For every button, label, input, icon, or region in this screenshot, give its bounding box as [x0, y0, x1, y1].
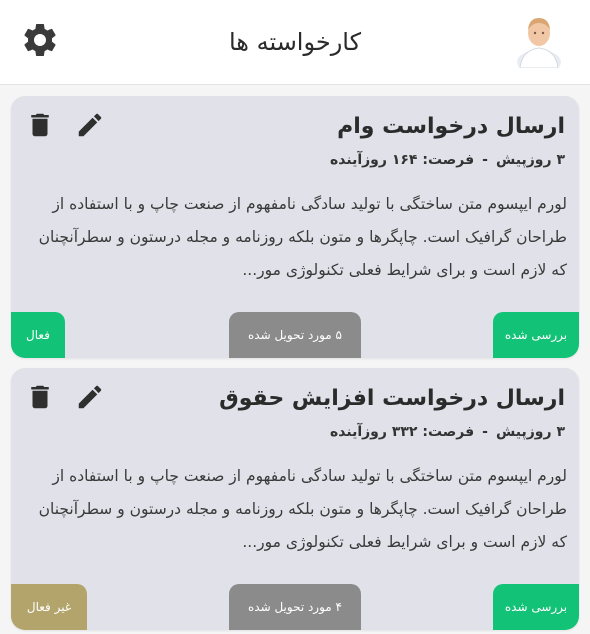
delivered-count-badge[interactable]: ۵ مورد تحویل شده	[229, 312, 361, 358]
pencil-icon[interactable]	[75, 110, 105, 140]
trash-icon[interactable]	[25, 110, 55, 140]
card-description: لورم ایپسوم متن ساختگی با تولید سادگی نا…	[38, 467, 567, 551]
card-actions	[25, 110, 105, 140]
review-status-badge: بررسی شده	[493, 312, 579, 358]
card-age: ۳ روزپیش	[495, 424, 565, 440]
state-badge: فعال	[11, 312, 65, 358]
card-footer: بررسی شده ۴ مورد تحویل شده غیر فعال	[11, 584, 579, 630]
card-meta: ۳ روزپیش - فرصت: ۱۶۴ روزآینده	[330, 152, 565, 168]
card-title: ارسال درخواست وام	[337, 114, 565, 139]
gear-icon[interactable]	[20, 20, 60, 60]
request-card[interactable]: ارسال درخواست افزایش حقوق ۳ روزپیش - فرص…	[11, 368, 579, 630]
card-deadline: فرصت: ۱۶۴ روزآینده	[330, 152, 475, 168]
meta-separator: -	[482, 424, 488, 440]
card-title: ارسال درخواست افزایش حقوق	[219, 386, 565, 411]
review-status-badge: بررسی شده	[493, 584, 579, 630]
page-title: کارخواسته ها	[228, 28, 362, 56]
app: کارخواسته ها ارسال درخواست وام ۳ روزپیش …	[0, 0, 590, 634]
avatar[interactable]	[516, 12, 562, 74]
card-actions	[25, 382, 105, 412]
card-deadline: فرصت: ۳۳۲ روزآینده	[330, 424, 475, 440]
trash-icon[interactable]	[25, 382, 55, 412]
meta-separator: -	[482, 152, 488, 168]
pencil-icon[interactable]	[75, 382, 105, 412]
card-age: ۳ روزپیش	[495, 152, 565, 168]
delivered-count-badge[interactable]: ۴ مورد تحویل شده	[229, 584, 361, 630]
app-header: کارخواسته ها	[0, 0, 590, 85]
request-card[interactable]: ارسال درخواست وام ۳ روزپیش - فرصت: ۱۶۴ ر…	[11, 96, 579, 358]
card-meta: ۳ روزپیش - فرصت: ۳۳۲ روزآینده	[330, 424, 565, 440]
avatar-image	[517, 18, 561, 74]
card-footer: بررسی شده ۵ مورد تحویل شده فعال	[11, 312, 579, 358]
card-description: لورم ایپسوم متن ساختگی با تولید سادگی نا…	[38, 195, 567, 279]
state-badge: غیر فعال	[11, 584, 87, 630]
